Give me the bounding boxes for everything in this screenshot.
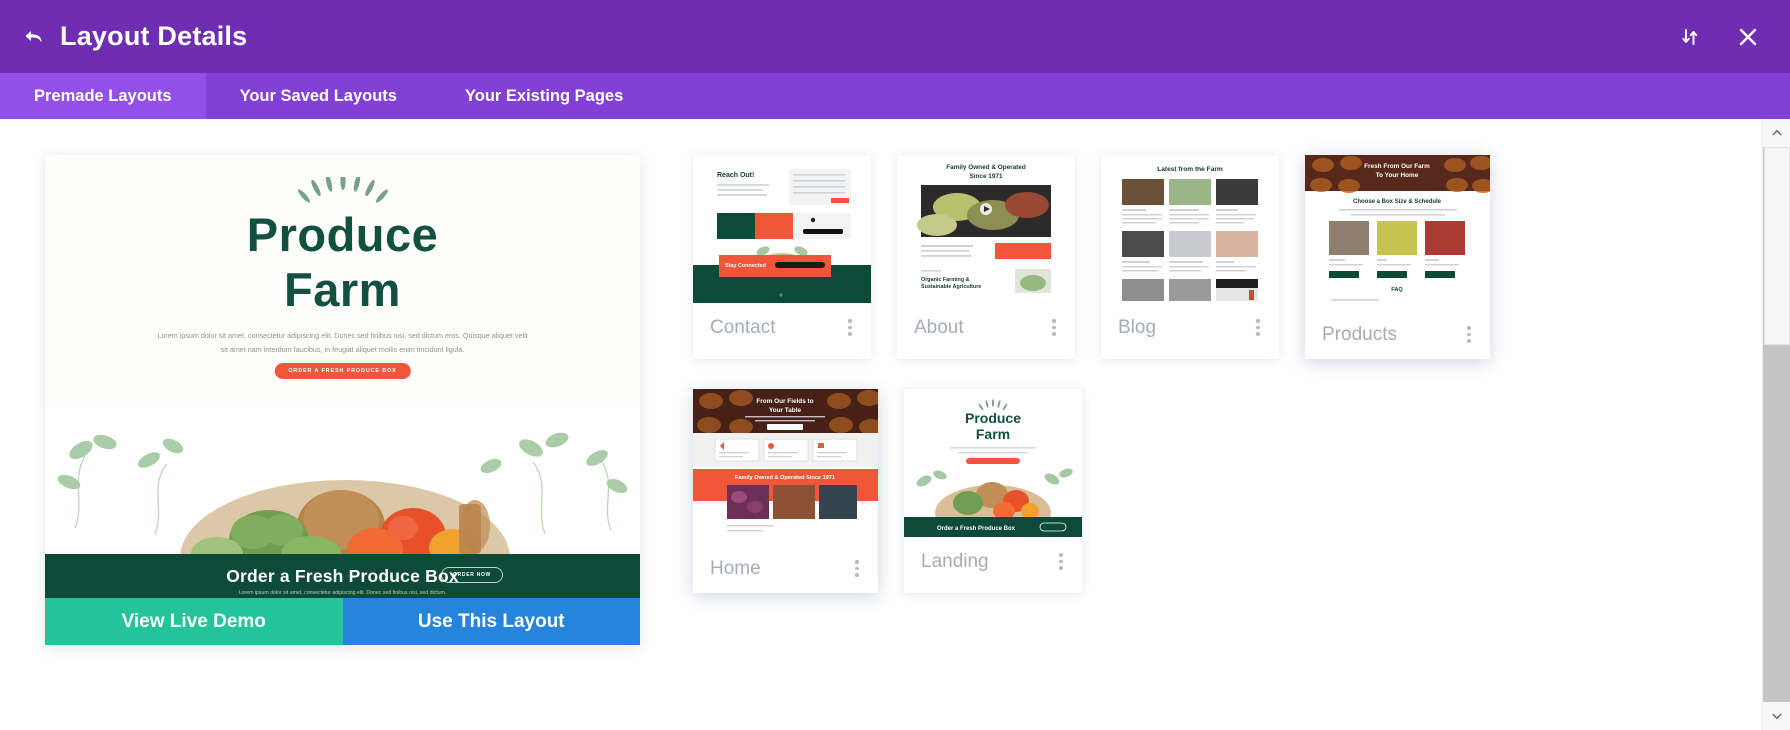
layout-card-products[interactable]: Fresh From Our Farm To Your Home Choose … (1305, 155, 1490, 359)
layouts-content: Produce Farm Lorem ipsum dolor sit amet,… (0, 119, 1762, 730)
preview-action-bar: View Live Demo Use This Layout (45, 598, 640, 645)
scrollbar-thumb[interactable] (1764, 147, 1790, 345)
layout-thumbnail-products: Fresh From Our Farm To Your Home Choose … (1305, 155, 1490, 310)
layout-name-contact: Contact (710, 316, 776, 338)
layout-card-footer: Blog (1101, 303, 1279, 352)
svg-text:Since 1971: Since 1971 (969, 173, 1002, 180)
kebab-menu-icon[interactable] (846, 315, 854, 340)
preview-brand: Produce Farm (45, 207, 640, 318)
layout-name-about: About (914, 316, 964, 338)
layout-card-footer: About (897, 303, 1075, 352)
header-actions (1674, 21, 1764, 53)
layout-card-blog[interactable]: Latest from the Farm Blog (1101, 155, 1279, 359)
svg-text:Family Owned & Operated: Family Owned & Operated (946, 164, 1026, 171)
kebab-menu-icon[interactable] (853, 556, 861, 581)
layout-card-landing[interactable]: Produce Farm Order a Fresh Produce Box L… (904, 389, 1082, 593)
preview-order-band: Order a Fresh Produce Box ORDER NOW Lore… (45, 554, 640, 598)
svg-text:Family Owned & Operated Since: Family Owned & Operated Since 1971 (735, 475, 835, 481)
svg-text:Farm: Farm (976, 426, 1010, 442)
preview-brand-line2: Farm (284, 263, 401, 317)
kebab-menu-icon[interactable] (1254, 315, 1262, 340)
sunburst-icon (297, 177, 388, 203)
layout-card-about[interactable]: Family Owned & Operated Since 1971 Organ… (897, 155, 1075, 359)
modal-header: Layout Details (0, 0, 1790, 73)
svg-text:From Our Fields to: From Our Fields to (756, 398, 813, 405)
svg-text:Fresh From Our Farm: Fresh From Our Farm (1364, 163, 1430, 170)
preview-hero: Produce Farm Lorem ipsum dolor sit amet,… (45, 155, 640, 554)
layout-thumbnail-blog: Latest from the Farm (1101, 155, 1279, 303)
page-title: Layout Details (60, 21, 248, 51)
layout-card-home[interactable]: From Our Fields to Your Table Family Own… (693, 389, 878, 593)
svg-text:Your Table: Your Table (769, 407, 802, 414)
chevron-down-icon[interactable] (1763, 702, 1790, 730)
kebab-menu-icon[interactable] (1057, 549, 1065, 574)
chevron-up-icon[interactable] (1763, 119, 1790, 147)
layout-thumbnail-grid: Reach Out! Stay Connected Contact Family… (693, 155, 1713, 623)
view-live-demo-button[interactable]: View Live Demo (45, 598, 343, 645)
tab-your-saved-layouts[interactable]: Your Saved Layouts (206, 73, 431, 119)
preview-brand-line1: Produce (246, 208, 439, 261)
back-arrow-icon[interactable] (16, 19, 52, 55)
layout-card-footer: Products (1305, 310, 1490, 359)
layout-name-products: Products (1322, 323, 1397, 345)
svg-text:To Your Home: To Your Home (1376, 172, 1419, 179)
layout-thumbnail-landing: Produce Farm Order a Fresh Produce Box (904, 389, 1082, 537)
layout-card-footer: Landing (904, 537, 1082, 586)
svg-text:Organic Farming &: Organic Farming & (921, 277, 970, 283)
close-icon[interactable] (1732, 21, 1764, 53)
kebab-menu-icon[interactable] (1465, 322, 1473, 347)
tab-your-existing-pages[interactable]: Your Existing Pages (431, 73, 657, 119)
svg-text:Choose a Box Size & Schedule: Choose a Box Size & Schedule (1353, 199, 1442, 205)
svg-text:Sustainable Agriculture: Sustainable Agriculture (921, 284, 981, 290)
svg-text:Latest from the Farm: Latest from the Farm (1157, 166, 1223, 173)
preview-body-text: Lorem ipsum dolor sit amet, consectetur … (157, 331, 528, 354)
layout-preview-card: Produce Farm Lorem ipsum dolor sit amet,… (45, 155, 640, 645)
svg-text:Reach Out!: Reach Out! (717, 172, 754, 179)
layout-thumbnail-home: From Our Fields to Your Table Family Own… (693, 389, 878, 544)
layout-card-footer: Contact (693, 303, 871, 352)
use-this-layout-button[interactable]: Use This Layout (342, 598, 640, 645)
layout-name-landing: Landing (921, 550, 989, 572)
tab-bar: Premade Layouts Your Saved Layouts Your … (0, 73, 1790, 119)
layout-thumbnail-contact: Reach Out! Stay Connected (693, 155, 871, 303)
layout-card-contact[interactable]: Reach Out! Stay Connected Contact (693, 155, 871, 359)
layout-name-blog: Blog (1118, 316, 1157, 338)
svg-text:Order a Fresh Produce Box: Order a Fresh Produce Box (937, 526, 1016, 532)
vegetable-illustration (45, 408, 640, 554)
layout-card-footer: Home (693, 544, 878, 593)
tab-premade-layouts[interactable]: Premade Layouts (0, 73, 206, 119)
layout-thumbnail-about: Family Owned & Operated Since 1971 Organ… (897, 155, 1075, 303)
scrollbar-track[interactable] (1763, 147, 1790, 702)
svg-text:Produce: Produce (965, 410, 1021, 426)
sort-arrows-icon[interactable] (1674, 21, 1706, 53)
layout-name-home: Home (710, 557, 761, 579)
preview-cta-button[interactable]: ORDER A FRESH PRODUCE BOX (274, 363, 411, 379)
vertical-scrollbar[interactable] (1762, 119, 1790, 730)
preview-band-title: Order a Fresh Produce Box (226, 565, 459, 586)
svg-text:Stay Connected: Stay Connected (725, 263, 766, 269)
svg-text:FAQ: FAQ (1391, 287, 1403, 293)
preview-band-subtext: Lorem ipsum dolor sit amet, consectetur … (238, 590, 447, 596)
kebab-menu-icon[interactable] (1050, 315, 1058, 340)
preview-order-now-button[interactable]: ORDER NOW (441, 567, 503, 583)
